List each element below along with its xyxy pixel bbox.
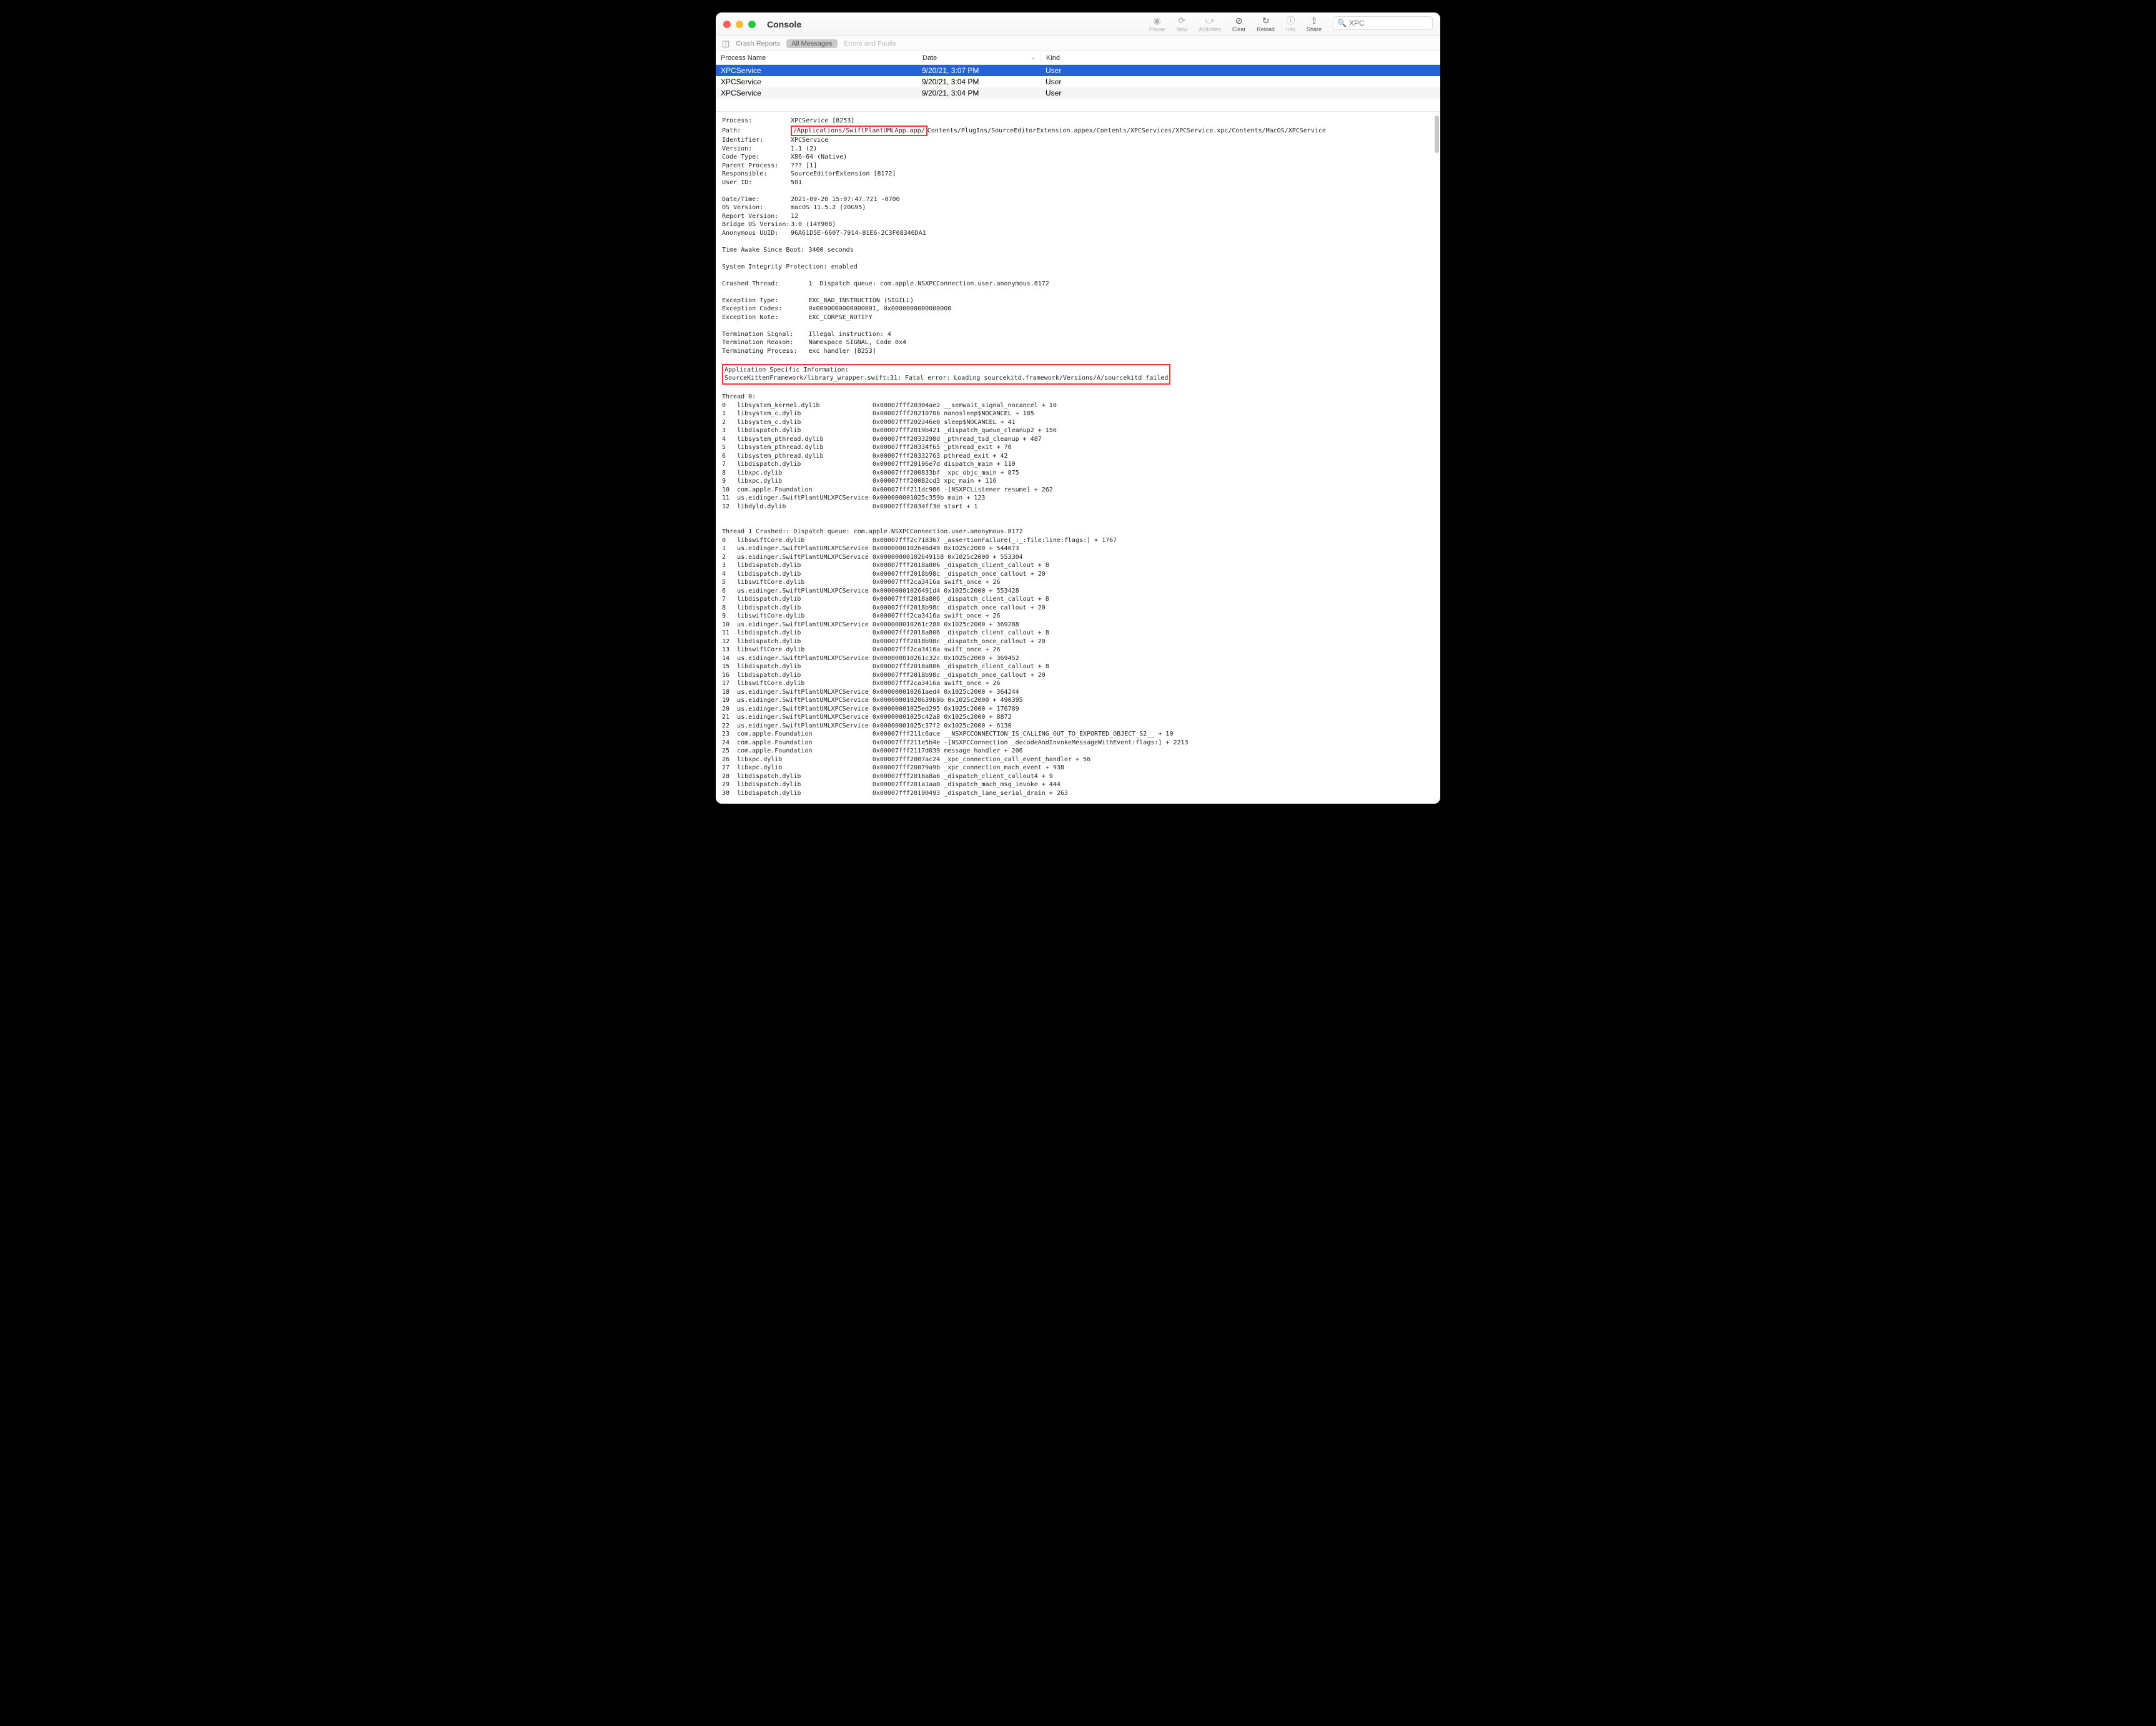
app-title: Console [767, 19, 801, 29]
close-button[interactable] [723, 21, 731, 28]
pause-button[interactable]: ◉ Pause [1149, 16, 1165, 32]
thread0-lines: 0 libsystem_kernel.dylib 0x00007fff20304… [722, 402, 1057, 510]
toolbar: ◉ Pause ⟳ Now ⤻ Activities ⊘ Clear ↻ Rel… [1149, 16, 1433, 32]
info-icon: ⓘ [1286, 16, 1295, 25]
zoom-button[interactable] [748, 21, 756, 28]
col-date[interactable]: Date ⌄ [922, 51, 1041, 64]
search-value: XPC [1349, 19, 1365, 27]
window-controls [723, 21, 756, 28]
reload-button[interactable]: ↻ Reload [1257, 16, 1275, 32]
sort-chevron-icon: ⌄ [1031, 54, 1036, 61]
crash-reports-tab[interactable]: Crash Reports [736, 40, 780, 47]
reload-icon: ↻ [1262, 16, 1270, 25]
activities-icon: ⤻ [1205, 16, 1215, 25]
errors-faults-tab[interactable]: Errors and Faults [844, 40, 896, 47]
sidebar-toggle-icon[interactable]: ◫ [722, 39, 729, 49]
filter-bar: ◫ Crash Reports All Messages Errors and … [716, 36, 1440, 51]
col-process[interactable]: Process Name [716, 54, 922, 62]
report-list: XPCService 9/20/21, 3:07 PM User XPCServ… [716, 65, 1440, 111]
clear-button[interactable]: ⊘ Clear [1232, 16, 1246, 32]
scrollbar[interactable] [1435, 116, 1439, 153]
table-header: Process Name Date ⌄ Kind [716, 51, 1440, 65]
search-icon: 🔍 [1337, 19, 1347, 27]
clear-icon: ⊘ [1235, 16, 1243, 25]
info-button[interactable]: ⓘ Info [1286, 16, 1295, 32]
console-window: Console ◉ Pause ⟳ Now ⤻ Activities ⊘ Cle… [716, 12, 1440, 804]
report-row[interactable]: XPCService 9/20/21, 3:07 PM User [716, 65, 1440, 76]
report-text: Process:XPCService [8253] Path:/Applicat… [722, 117, 1434, 797]
search-input[interactable]: 🔍 XPC [1333, 16, 1433, 30]
highlight-app-path: /Applications/SwiftPlantUMLApp.app/ [791, 126, 927, 137]
minimize-button[interactable] [736, 21, 743, 28]
report-row[interactable]: XPCService 9/20/21, 3:04 PM User [716, 76, 1440, 87]
titlebar: Console ◉ Pause ⟳ Now ⤻ Activities ⊘ Cle… [716, 12, 1440, 36]
highlight-asi: Application Specific Information: Source… [722, 364, 1170, 385]
activities-button[interactable]: ⤻ Activities [1199, 16, 1221, 32]
share-icon: ⇧ [1310, 16, 1318, 25]
now-icon: ⟳ [1179, 16, 1186, 25]
share-button[interactable]: ⇧ Share [1307, 16, 1322, 32]
all-messages-tab[interactable]: All Messages [786, 39, 837, 48]
report-row[interactable]: XPCService 9/20/21, 3:04 PM User [716, 87, 1440, 99]
crash-report-detail[interactable]: Process:XPCService [8253] Path:/Applicat… [716, 111, 1440, 804]
col-kind[interactable]: Kind [1041, 51, 1440, 64]
pause-icon: ◉ [1154, 16, 1161, 25]
thread1-lines: 0 libswiftCore.dylib 0x00007fff2c718367 … [722, 537, 1189, 797]
now-button[interactable]: ⟳ Now [1176, 16, 1187, 32]
